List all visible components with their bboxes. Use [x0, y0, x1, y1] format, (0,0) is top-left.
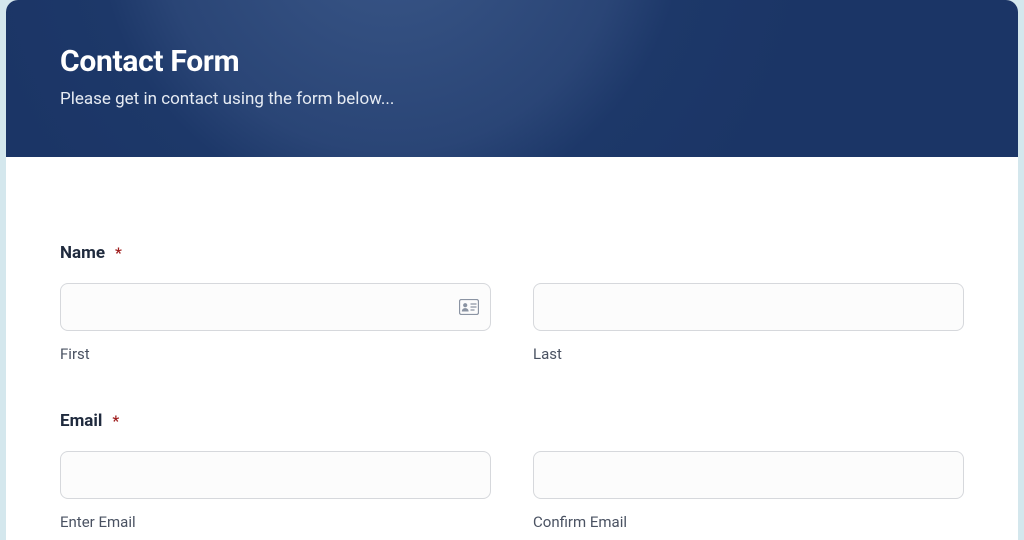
name-field-group: Name * [60, 243, 964, 363]
form-body: Name * [6, 157, 1018, 540]
first-name-sublabel: First [60, 345, 491, 363]
confirm-email-col: Confirm Email [533, 451, 964, 531]
confirm-email-input[interactable] [533, 451, 964, 499]
name-label-row: Name * [60, 243, 964, 263]
last-name-sublabel: Last [533, 345, 964, 363]
contact-card-icon [459, 299, 479, 315]
enter-email-input[interactable] [60, 451, 491, 499]
page-title: Contact Form [60, 44, 964, 79]
first-name-input[interactable] [60, 283, 491, 331]
confirm-email-sublabel: Confirm Email [533, 513, 964, 531]
required-indicator: * [112, 412, 119, 430]
confirm-email-input-wrap [533, 451, 964, 499]
required-indicator: * [115, 244, 122, 262]
name-label: Name [60, 243, 105, 263]
last-name-input[interactable] [533, 283, 964, 331]
name-input-row: First Last [60, 283, 964, 363]
first-name-input-wrap [60, 283, 491, 331]
email-label-row: Email * [60, 411, 964, 431]
enter-email-sublabel: Enter Email [60, 513, 491, 531]
email-label: Email [60, 411, 102, 431]
email-field-group: Email * Enter Email Confirm Email [60, 411, 964, 531]
enter-email-input-wrap [60, 451, 491, 499]
last-name-input-wrap [533, 283, 964, 331]
enter-email-col: Enter Email [60, 451, 491, 531]
form-container: Contact Form Please get in contact using… [6, 0, 1018, 540]
page-subtitle: Please get in contact using the form bel… [60, 89, 964, 109]
email-input-row: Enter Email Confirm Email [60, 451, 964, 531]
first-name-col: First [60, 283, 491, 363]
last-name-col: Last [533, 283, 964, 363]
form-header: Contact Form Please get in contact using… [6, 0, 1018, 157]
